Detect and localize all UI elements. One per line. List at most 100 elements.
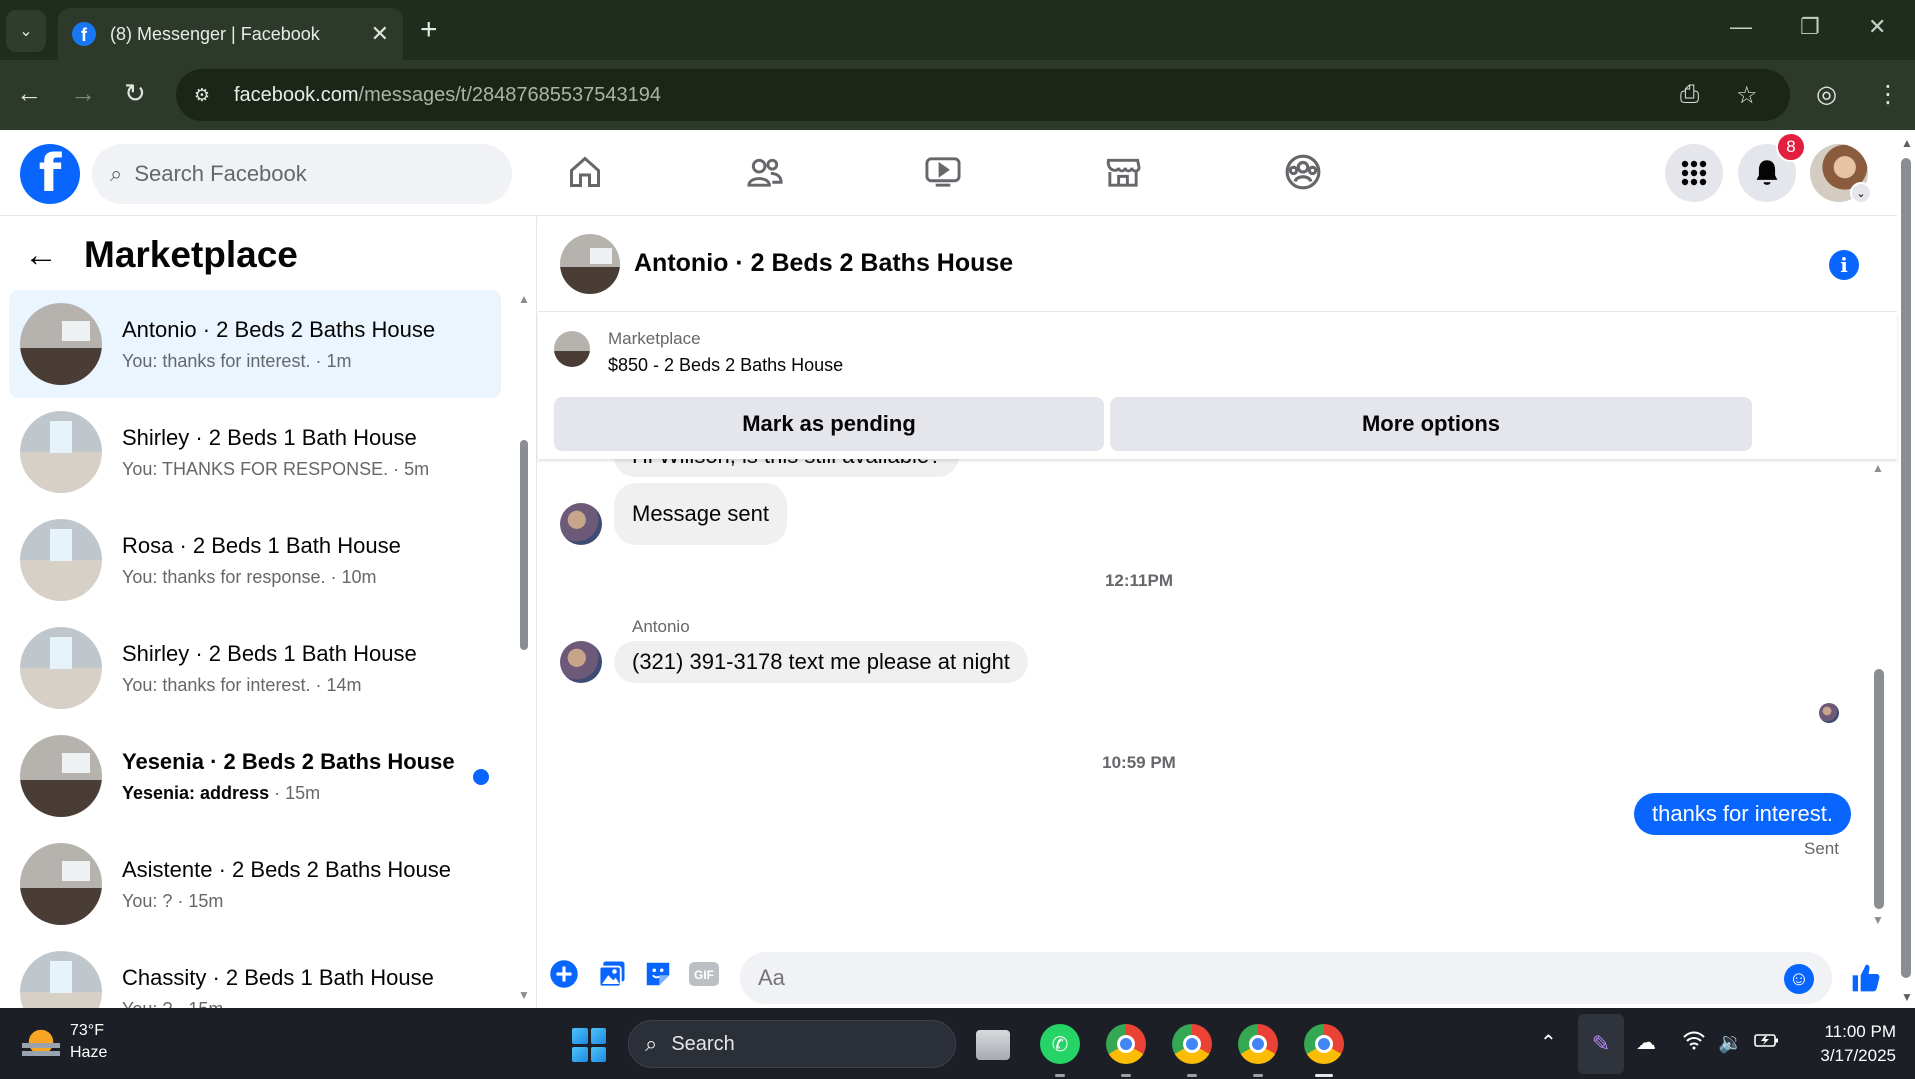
conversation-item[interactable]: Shirley · 2 Beds 1 Bath House You: thank… — [9, 614, 501, 722]
listing-thumbnail — [20, 303, 102, 385]
chevron-down-icon[interactable]: ⌄ — [1850, 182, 1872, 204]
scroll-up-arrow-icon[interactable]: ▲ — [1872, 461, 1884, 475]
install-app-icon[interactable]: ⎙ — [1680, 81, 1699, 109]
message-thread: Hi Willson, is this still available? Mes… — [538, 459, 1897, 939]
conversation-item[interactable]: Asistente · 2 Beds 2 Baths House You: ? … — [9, 830, 501, 938]
listing-thumbnail — [20, 735, 102, 817]
listing-title[interactable]: $850 - 2 Beds 2 Baths House — [608, 355, 843, 376]
chrome-icon[interactable] — [1106, 1024, 1146, 1077]
scroll-up-arrow-icon[interactable]: ▲ — [518, 292, 530, 306]
chrome-profile-icon[interactable] — [1172, 1024, 1212, 1077]
video-icon[interactable] — [923, 152, 963, 192]
sender-name: Antonio — [632, 617, 690, 636]
message-input[interactable] — [740, 952, 1832, 1004]
groups-icon[interactable] — [1283, 152, 1323, 192]
close-window-button[interactable]: ✕ — [1868, 14, 1886, 40]
new-tab-button[interactable]: + — [420, 12, 438, 48]
message-thread-scrollbar[interactable] — [1874, 669, 1884, 909]
address-bar[interactable]: ⚙ facebook.com/messages/t/28487685537543… — [176, 69, 1790, 121]
facebook-search-input[interactable]: ⌕ Search Facebook — [92, 144, 512, 204]
back-button[interactable]: ← — [16, 78, 42, 108]
sender-avatar[interactable] — [560, 641, 602, 683]
conversation-item[interactable]: Chassity · 2 Beds 1 Bath House You: ? · … — [9, 938, 501, 1008]
more-options-button[interactable]: More options — [1110, 397, 1752, 451]
battery-charging-icon[interactable] — [1754, 1030, 1780, 1056]
browser-toolbar: ← → ↻ ⚙ facebook.com/messages/t/28487685… — [0, 60, 1915, 130]
bookmark-star-icon[interactable]: ☆ — [1736, 81, 1758, 110]
onedrive-cloud-icon[interactable]: ☁ — [1636, 1030, 1656, 1055]
message-bubble-incoming: (321) 391-3178 text me please at night — [614, 641, 1028, 683]
emoji-icon[interactable]: ☺ — [1784, 964, 1814, 994]
listing-thumbnail — [20, 951, 102, 1008]
scroll-down-arrow-icon[interactable]: ▼ — [518, 988, 530, 1002]
conversation-item[interactable]: Yesenia · 2 Beds 2 Baths House Yesenia: … — [9, 722, 501, 830]
conversation-name: Chassity · 2 Beds 1 Bath House — [122, 964, 434, 990]
chevron-up-icon[interactable]: ⌃ — [1540, 1030, 1557, 1055]
menu-grid-button[interactable] — [1665, 144, 1723, 202]
unread-indicator — [473, 769, 489, 785]
scroll-down-arrow-icon[interactable]: ▼ — [1901, 990, 1913, 1004]
sticker-icon[interactable] — [642, 958, 674, 990]
conversation-item[interactable]: Rosa · 2 Beds 1 Bath House You: thanks f… — [9, 506, 501, 614]
message-composer: GIF ☺ — [538, 940, 1897, 1008]
tab-search-menu-button[interactable]: ⌄ — [6, 10, 46, 52]
chat-avatar[interactable] — [560, 233, 620, 294]
conversation-item[interactable]: Antonio · 2 Beds 2 Baths House You: than… — [9, 290, 501, 398]
profile-icon[interactable]: ◎ — [1816, 80, 1837, 109]
reload-button[interactable]: ↻ — [124, 78, 146, 108]
plus-circle-icon[interactable] — [548, 958, 580, 990]
back-arrow-icon[interactable]: ← — [24, 236, 58, 275]
scroll-down-arrow-icon[interactable]: ▼ — [1872, 913, 1884, 927]
chrome-profile-icon[interactable] — [1304, 1024, 1344, 1077]
clock-time: 11:00 PM — [1824, 1022, 1896, 1041]
forward-button[interactable]: → — [70, 78, 96, 108]
chrome-profile-icon[interactable] — [1238, 1024, 1278, 1077]
taskbar-search[interactable]: ⌕ Search — [628, 1020, 956, 1068]
system-clock[interactable]: 11:00 PM 3/17/2025 — [1800, 1020, 1896, 1068]
wifi-icon[interactable] — [1682, 1030, 1706, 1056]
browser-tab[interactable]: f (8) Messenger | Facebook ✕ — [58, 8, 403, 60]
marketplace-icon[interactable] — [1103, 152, 1143, 192]
scroll-up-arrow-icon[interactable]: ▲ — [1901, 136, 1913, 150]
page-scrollbar-thumb[interactable] — [1901, 158, 1911, 978]
listing-category: Marketplace — [608, 329, 701, 348]
message-bubble-outgoing: thanks for interest. — [1634, 793, 1851, 835]
info-icon[interactable]: i — [1829, 250, 1859, 280]
listing-thumbnail — [20, 627, 102, 709]
task-view-icon[interactable] — [976, 1030, 1010, 1060]
weather-widget[interactable]: 73°F Haze — [22, 1020, 107, 1064]
conversation-list-scrollbar[interactable] — [520, 440, 528, 650]
pen-app-icon[interactable]: ✎ — [1578, 1014, 1624, 1074]
facebook-logo-icon[interactable]: f — [20, 144, 80, 204]
search-icon: ⌕ — [110, 161, 123, 186]
minimize-button[interactable]: — — [1730, 14, 1752, 40]
sender-avatar[interactable] — [560, 503, 602, 545]
whatsapp-icon[interactable]: ✆ — [1040, 1024, 1080, 1077]
message-timestamp: 12:11PM — [1104, 571, 1174, 590]
site-info-icon[interactable]: ⚙ — [188, 85, 216, 106]
chat-title[interactable]: Antonio · 2 Beds 2 Baths House — [634, 249, 1013, 278]
friends-icon[interactable] — [745, 152, 785, 192]
pane-title: Marketplace — [84, 234, 298, 275]
conversation-name: Shirley · 2 Beds 1 Bath House — [122, 640, 417, 666]
home-icon[interactable] — [565, 152, 605, 192]
conversation-item[interactable]: Shirley · 2 Beds 1 Bath House You: THANK… — [9, 398, 501, 506]
mark-as-pending-button[interactable]: Mark as pending — [554, 397, 1104, 451]
gif-icon[interactable]: GIF — [688, 958, 720, 990]
conversation-name: Antonio · 2 Beds 2 Baths House — [122, 316, 436, 342]
volume-icon[interactable]: 🔉 — [1718, 1030, 1743, 1055]
conversation-snippet: You: thanks for interest. · 14m — [122, 674, 362, 695]
facebook-favicon-icon: f — [72, 22, 96, 46]
weather-condition: Haze — [70, 1044, 108, 1061]
start-button[interactable] — [572, 1028, 606, 1062]
thumbs-up-icon[interactable] — [1850, 962, 1882, 1002]
restore-button[interactable]: ❐ — [1800, 14, 1820, 40]
browser-menu-icon[interactable]: ⋮ — [1876, 80, 1900, 109]
listing-thumbnail[interactable] — [554, 331, 590, 367]
message-timestamp: 10:59 PM — [1102, 753, 1176, 772]
taskbar-search-label: Search — [671, 1032, 735, 1055]
tab-close-icon[interactable]: ✕ — [371, 21, 389, 47]
page-scrollbar[interactable]: ▲ ▼ — [1897, 130, 1915, 1008]
conversation-snippet: You: thanks for interest. · 1m — [122, 350, 352, 371]
image-gallery-icon[interactable] — [596, 958, 628, 990]
